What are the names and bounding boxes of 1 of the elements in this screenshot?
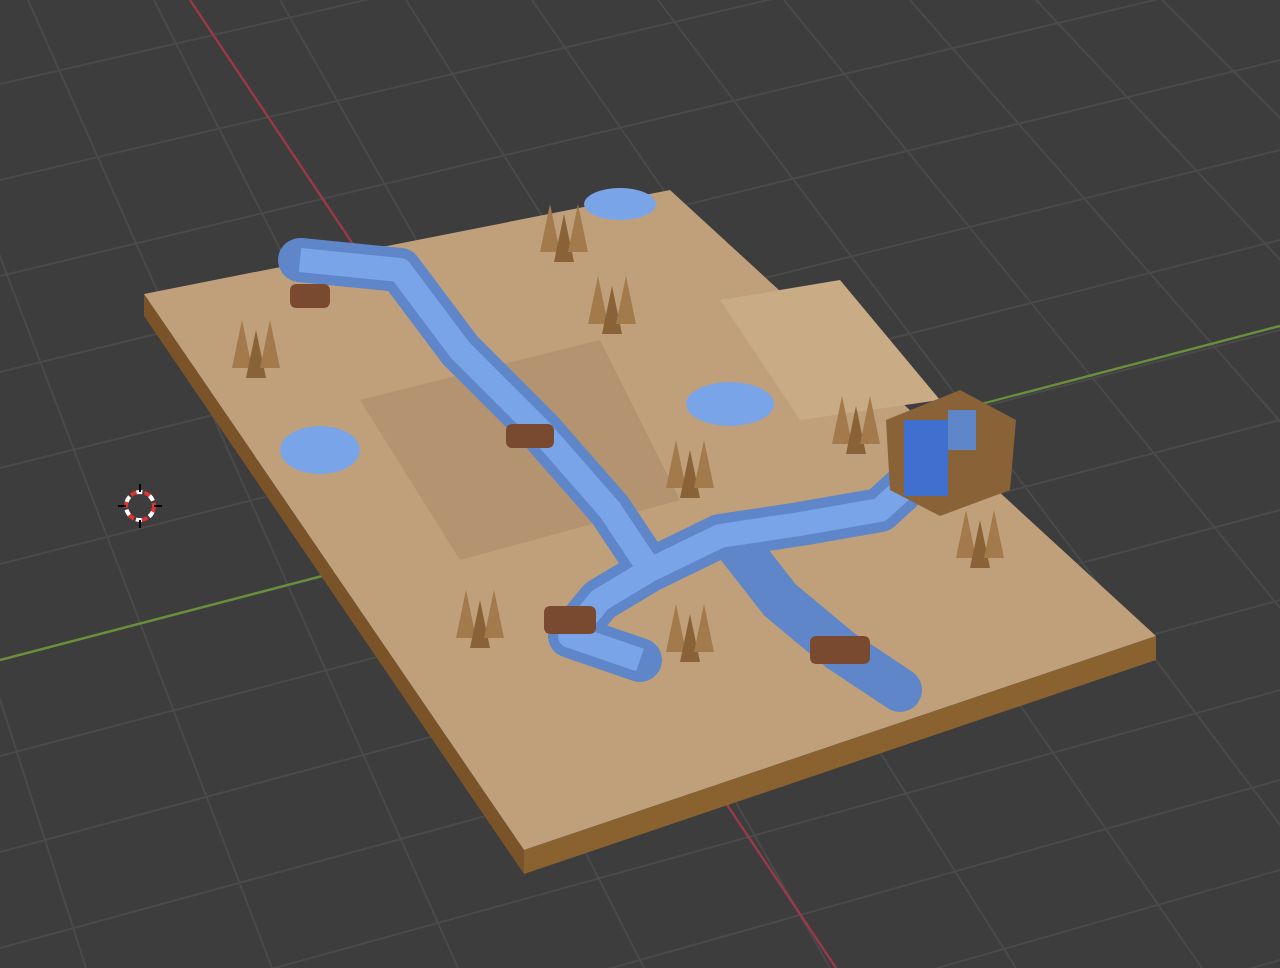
3d-viewport[interactable]	[0, 0, 1280, 968]
